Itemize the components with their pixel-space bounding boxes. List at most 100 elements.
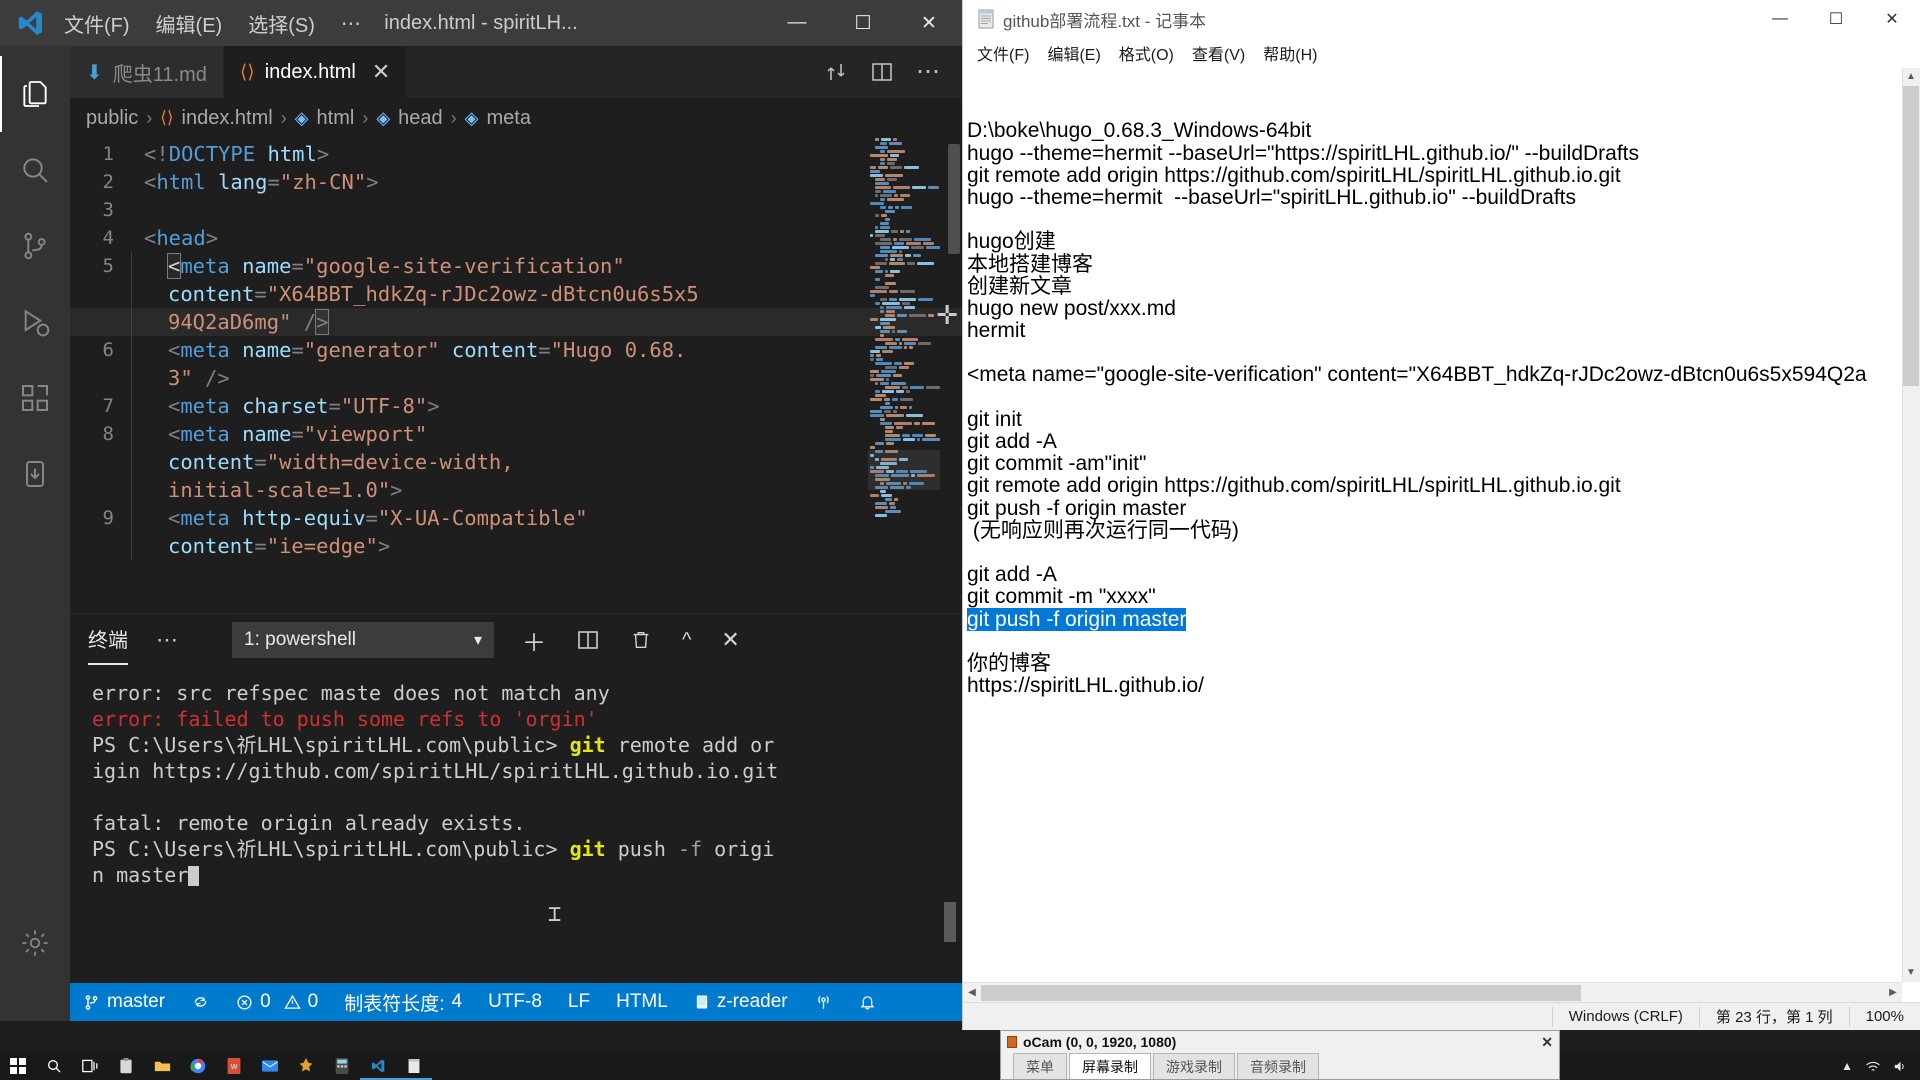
- kill-terminal-icon[interactable]: [630, 628, 652, 652]
- chevron-down-icon[interactable]: ▾: [474, 630, 482, 650]
- code-text[interactable]: 3" />: [131, 364, 962, 392]
- menu-edit[interactable]: 编辑(E): [156, 9, 223, 38]
- breadcrumb-item-html[interactable]: html: [317, 107, 355, 130]
- code-text[interactable]: <meta charset="UTF-8">: [131, 392, 962, 420]
- code-line[interactable]: 94Q2aD6mg" />: [70, 308, 962, 336]
- sidebar-item-explorer[interactable]: [0, 56, 70, 132]
- terminal-selector[interactable]: 1: powershell ▾: [232, 622, 494, 658]
- code-line[interactable]: content="X64BBT_hdkZq-rJDc2owz-dBtcn0u6s…: [70, 280, 962, 308]
- close-icon[interactable]: ✕: [1541, 1034, 1553, 1051]
- code-editor[interactable]: 1 <!DOCTYPE html> 2 <html lang="zh-CN"> 3 4 <h…: [70, 138, 962, 613]
- sidebar-item-download[interactable]: [0, 436, 70, 512]
- code-text[interactable]: 94Q2aD6mg" />: [131, 308, 962, 336]
- menu-file[interactable]: 文件(F): [977, 41, 1029, 65]
- code-line[interactable]: 3" />: [70, 364, 962, 392]
- breadcrumb-item-index-html[interactable]: index.html: [182, 107, 273, 130]
- notepad-vertical-scrollbar[interactable]: ▲ ▼: [1902, 68, 1920, 982]
- breadcrumb-item-head[interactable]: head: [398, 107, 443, 130]
- vscode-menubar[interactable]: 文件(F) 编辑(E) 选择(S) ⋯: [64, 9, 361, 38]
- minimap-slider[interactable]: [868, 450, 940, 490]
- menu-more[interactable]: ⋯: [341, 11, 361, 36]
- scrollbar-thumb[interactable]: [981, 985, 1581, 1001]
- sidebar-item-search[interactable]: [0, 132, 70, 208]
- more-actions-icon[interactable]: ⋯: [916, 60, 940, 84]
- code-line[interactable]: 1 <!DOCTYPE html>: [70, 140, 962, 168]
- code-text[interactable]: <!DOCTYPE html>: [132, 140, 962, 168]
- code-text[interactable]: <head>: [132, 224, 962, 252]
- vscode-icon[interactable]: [360, 1052, 396, 1080]
- status-branch[interactable]: master: [70, 983, 178, 1021]
- editor-scrollbar[interactable]: [948, 144, 960, 254]
- clipboard-icon[interactable]: [108, 1052, 144, 1080]
- notepad-icon[interactable]: [396, 1052, 432, 1080]
- minimize-button[interactable]: —: [764, 0, 830, 46]
- minimap[interactable]: [868, 138, 940, 517]
- status-eol[interactable]: LF: [555, 983, 603, 1021]
- wps-icon[interactable]: W: [216, 1052, 252, 1080]
- new-terminal-icon[interactable]: ＋: [522, 623, 546, 658]
- close-button[interactable]: ✕: [896, 0, 962, 46]
- menu-file[interactable]: 文件(F): [64, 9, 130, 38]
- status-remote[interactable]: [801, 983, 846, 1021]
- code-text[interactable]: <html lang="zh-CN">: [132, 168, 962, 196]
- minimap-drag-handle[interactable]: ✛: [936, 300, 958, 331]
- code-line[interactable]: 8 <meta name="viewport": [70, 420, 962, 448]
- minimize-button[interactable]: —: [1752, 0, 1808, 38]
- menu-format[interactable]: 格式(O): [1119, 41, 1174, 65]
- tab-audio-record[interactable]: 音频录制: [1237, 1053, 1319, 1079]
- notepad-horizontal-scrollbar[interactable]: ◀ ▶: [963, 982, 1902, 1002]
- volume-icon[interactable]: [1893, 1060, 1908, 1073]
- pin-icon[interactable]: [288, 1052, 324, 1080]
- status-zreader[interactable]: z-reader: [681, 983, 801, 1021]
- scroll-down-icon[interactable]: ▼: [1903, 965, 1919, 981]
- start-icon[interactable]: [0, 1052, 36, 1080]
- scroll-right-icon[interactable]: ▶: [1885, 985, 1901, 1001]
- terminal-scrollbar[interactable]: [944, 902, 956, 942]
- search-icon[interactable]: [36, 1052, 72, 1080]
- breadcrumb-item-meta[interactable]: meta: [487, 107, 531, 130]
- code-text[interactable]: content="width=device-width,: [131, 448, 962, 476]
- menu-edit[interactable]: 编辑(E): [1047, 41, 1100, 65]
- folder-icon[interactable]: [144, 1052, 180, 1080]
- code-text[interactable]: <meta name="google-site-verification": [131, 252, 962, 280]
- tab-pachong11-md[interactable]: ⬇ 爬虫11.md: [70, 46, 224, 98]
- gear-icon[interactable]: [0, 905, 70, 981]
- tab-screen-record[interactable]: 屏幕录制: [1069, 1053, 1151, 1079]
- close-button[interactable]: ✕: [1864, 0, 1920, 38]
- maximize-button[interactable]: ☐: [1808, 0, 1864, 38]
- sidebar-item-source-control[interactable]: [0, 208, 70, 284]
- task-view-icon[interactable]: [72, 1052, 108, 1080]
- code-line[interactable]: initial-scale=1.0">: [70, 476, 962, 504]
- tab-index-html[interactable]: ⟨⟩ index.html ✕: [223, 46, 408, 98]
- tab-menu[interactable]: 菜单: [1013, 1053, 1067, 1079]
- split-terminal-icon[interactable]: [576, 628, 600, 652]
- notepad-text-area[interactable]: D:\boke\hugo_0.68.3_Windows-64bit hugo --…: [963, 68, 1920, 1002]
- code-line[interactable]: 6 <meta name="generator" content="Hugo 0.…: [70, 336, 962, 364]
- chrome-icon[interactable]: [180, 1052, 216, 1080]
- code-text[interactable]: <meta name="viewport": [131, 420, 962, 448]
- code-text[interactable]: <meta name="generator" content="Hugo 0.6…: [131, 336, 962, 364]
- code-line[interactable]: 3: [70, 196, 962, 224]
- code-line[interactable]: 4 <head>: [70, 224, 962, 252]
- scrollbar-thumb[interactable]: [1903, 86, 1919, 386]
- network-icon[interactable]: [1865, 1060, 1881, 1073]
- menu-view[interactable]: 查看(V): [1192, 41, 1245, 65]
- scroll-left-icon[interactable]: ◀: [964, 985, 980, 1001]
- code-line[interactable]: content="width=device-width,: [70, 448, 962, 476]
- sidebar-item-extensions[interactable]: [0, 360, 70, 436]
- code-line[interactable]: 5 <meta name="google-site-verification": [70, 252, 962, 280]
- status-notifications[interactable]: [846, 983, 889, 1021]
- code-text[interactable]: <meta http-equiv="X-UA-Compatible": [131, 504, 962, 532]
- sidebar-item-run-debug[interactable]: [0, 284, 70, 360]
- menu-help[interactable]: 帮助(H): [1263, 41, 1317, 65]
- code-text[interactable]: [132, 196, 962, 224]
- mail-icon[interactable]: [252, 1052, 288, 1080]
- code-line[interactable]: 9 <meta http-equiv="X-UA-Compatible": [70, 504, 962, 532]
- split-compare-icon[interactable]: [824, 60, 848, 84]
- code-text[interactable]: content="ie=edge">: [131, 532, 962, 560]
- menu-selection[interactable]: 选择(S): [248, 9, 315, 38]
- code-line[interactable]: 2 <html lang="zh-CN">: [70, 168, 962, 196]
- maximize-panel-icon[interactable]: ^: [682, 629, 691, 652]
- terminal-output[interactable]: error: src refspec maste does not match …: [70, 666, 962, 983]
- close-panel-icon[interactable]: ✕: [721, 627, 739, 653]
